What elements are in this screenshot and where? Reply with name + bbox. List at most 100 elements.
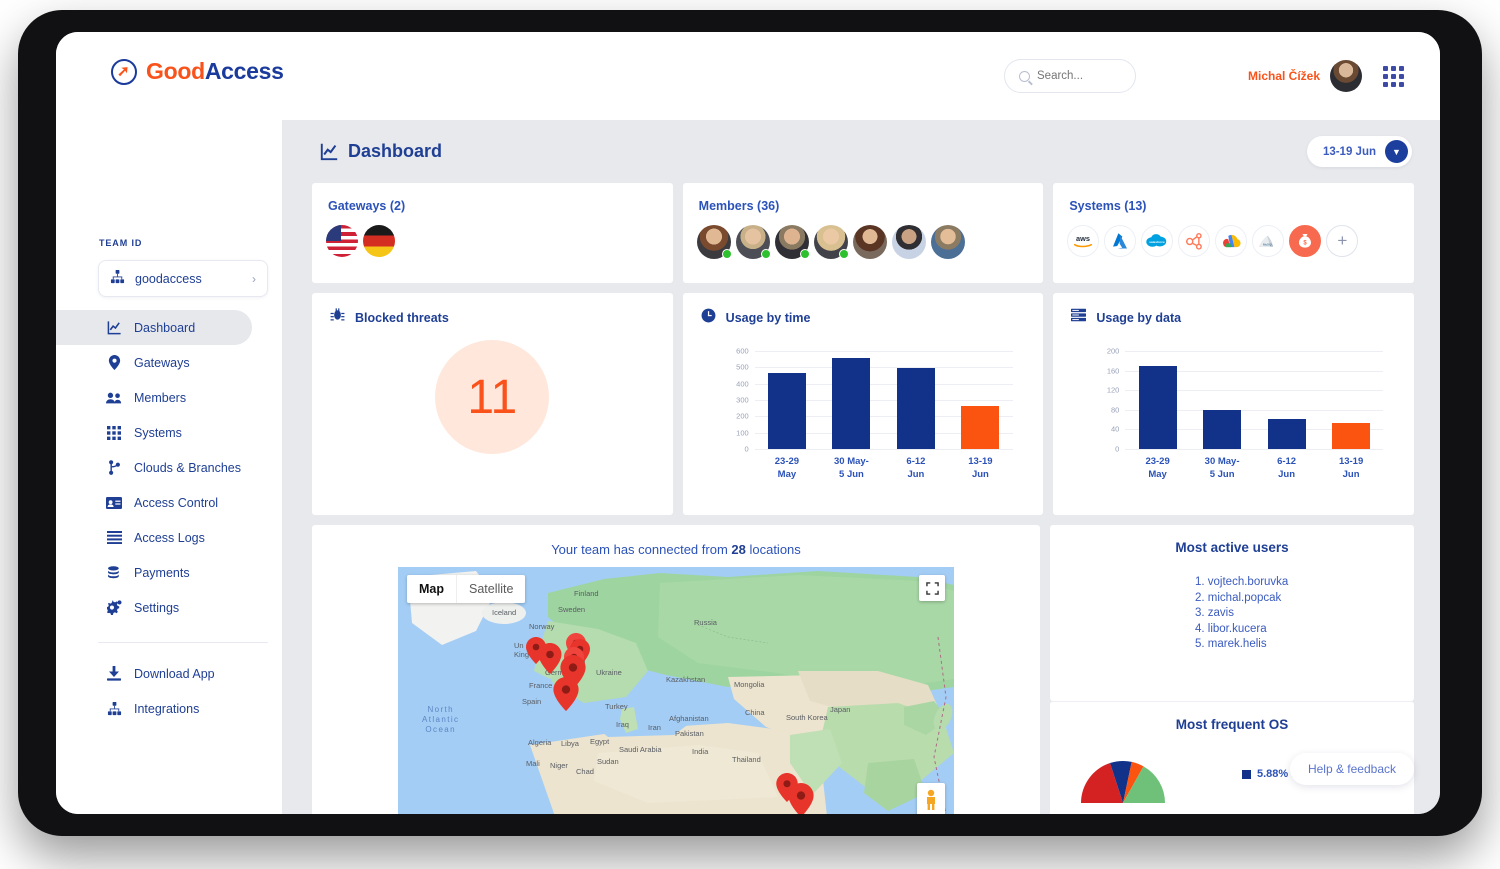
sidebar-divider [98,642,268,643]
chart-y-tick: 300 [736,396,749,405]
map-pin[interactable] [788,783,814,814]
chart-bar[interactable] [1268,419,1306,449]
chart-gridline: 0 [755,449,1013,450]
map-caption: Your team has connected from 28 location… [312,542,1040,557]
sidebar-item-access-control[interactable]: Access Control [56,485,282,520]
map-pin[interactable] [538,643,562,674]
mysql-icon[interactable]: MySQL [1252,225,1284,257]
map-label: Chad [576,767,594,776]
gateways-card[interactable]: Gateways (2) [312,183,673,283]
online-badge [839,249,849,259]
most-active-users-title: Most active users [1050,540,1414,555]
chart-bar[interactable] [768,373,806,449]
map-label: Egypt [590,737,609,746]
map-type-toggle[interactable]: Map Satellite [407,575,525,603]
chart-y-tick: 80 [1111,405,1119,414]
sidebar-item-members[interactable]: Members [56,380,282,415]
blocked-threats-header: Blocked threats [330,308,449,328]
sidebar-item-label: Settings [134,601,179,615]
sidebar-item-gateways[interactable]: Gateways [56,345,282,380]
sidebar-item-label: Gateways [134,356,190,370]
sidebar-item-settings[interactable]: Settings [56,590,282,625]
chart-x-tick: 23-29May [1125,455,1190,481]
chart-bar[interactable] [897,368,935,449]
chart-bar[interactable] [832,358,870,449]
most-active-users-list: 1. vojtech.boruvka 2. michal.popcak 3. z… [1195,575,1288,653]
street-view-icon[interactable] [917,783,945,814]
aws-icon[interactable]: aws [1067,225,1099,257]
sidebar-item-systems[interactable]: Systems [56,415,282,450]
map-label: Libya [561,739,579,748]
expand-icon[interactable] [919,575,945,601]
grid-menu-icon[interactable] [1383,66,1404,87]
members-card[interactable]: Members (36) [683,183,1044,283]
usage-by-time-chart: 0100200300400500600 23-29May30 May-5 Jun… [717,343,1017,498]
team-selector[interactable]: goodaccess › [98,260,268,297]
chevron-right-icon: › [252,272,256,286]
sidebar-item-label: Systems [134,426,182,440]
brand-logo[interactable]: ➚ GoodAccess [111,58,284,85]
sidebar-item-label: Access Logs [134,531,205,545]
map-canvas[interactable]: NorthAtlanticOcean Iceland Finland Swede… [398,567,954,814]
sidebar-item-label: Payments [134,566,190,580]
map-label: Japan [830,705,850,714]
chart-gridline: 200 [1125,351,1383,352]
chart-bar[interactable] [1139,366,1177,449]
date-range-picker[interactable]: 13-19 Jun ▼ [1307,136,1412,167]
chart-bar[interactable] [1203,410,1241,449]
salesforce-icon[interactable]: salesforce [1141,225,1173,257]
map-container[interactable]: NorthAtlanticOcean Iceland Finland Swede… [312,567,1040,814]
map-label: France [529,681,552,690]
avatar[interactable] [892,225,926,259]
avatar[interactable] [775,225,809,259]
map-label: Niger [550,761,568,770]
sidebar-item-download-app[interactable]: Download App [56,656,282,691]
sidebar-item-access-logs[interactable]: Access Logs [56,520,282,555]
sidebar-item-label: Members [134,391,186,405]
azure-icon[interactable] [1104,225,1136,257]
team-name: goodaccess [135,272,242,286]
chart-y-tick: 600 [736,347,749,356]
bottom-row: Your team has connected from 28 location… [312,525,1414,814]
chevron-down-icon[interactable]: ▼ [1385,140,1408,163]
usage-by-time-panel: Usage by time 0100200300400500600 23-29M… [683,293,1044,515]
avatar[interactable] [853,225,887,259]
map-toggle-map[interactable]: Map [407,575,456,603]
hubspot-icon[interactable] [1178,225,1210,257]
avatar[interactable] [1330,60,1362,92]
search-input[interactable] [1037,70,1123,82]
map-toggle-satellite[interactable]: Satellite [456,575,525,603]
most-frequent-os-title: Most frequent OS [1050,717,1414,732]
map-label: Algeria [528,738,551,747]
systems-card[interactable]: Systems (13) aws [1053,183,1414,283]
map-label: India [692,747,708,756]
search-box[interactable] [1004,59,1136,93]
sidebar-item-integrations[interactable]: Integrations [56,691,282,726]
help-feedback-button[interactable]: Help & feedback [1290,753,1414,785]
avatar[interactable] [931,225,965,259]
branch-icon [106,460,122,476]
google-cloud-icon[interactable] [1215,225,1247,257]
chart-line-icon [320,142,339,166]
chart-bar[interactable] [1332,423,1370,449]
user-menu[interactable]: Michal Čížek [1248,60,1362,92]
sidebar-item-payments[interactable]: Payments [56,555,282,590]
add-system-button[interactable]: + [1326,225,1358,257]
sidebar-item-dashboard[interactable]: Dashboard [56,310,252,345]
id-card-icon [106,495,122,511]
chart-bar[interactable] [961,406,999,449]
blocked-threats-title: Blocked threats [355,311,449,325]
map-pin[interactable] [553,677,579,711]
sidebar-item-label: Access Control [134,496,218,510]
map-label: Finland [574,589,599,598]
map-label-ocean: NorthAtlanticOcean [422,705,459,735]
avatar[interactable] [736,225,770,259]
chart-y-tick: 200 [1107,347,1120,356]
money-bag-icon[interactable]: $ [1289,225,1321,257]
avatar[interactable] [697,225,731,259]
chart-panels-row: Blocked threats 11 Usage by time [312,293,1414,515]
sitemap-icon [106,701,122,717]
avatar[interactable] [814,225,848,259]
chart-x-tick: 30 May-5 Jun [1190,455,1255,481]
sidebar-item-clouds-branches[interactable]: Clouds & Branches [56,450,282,485]
